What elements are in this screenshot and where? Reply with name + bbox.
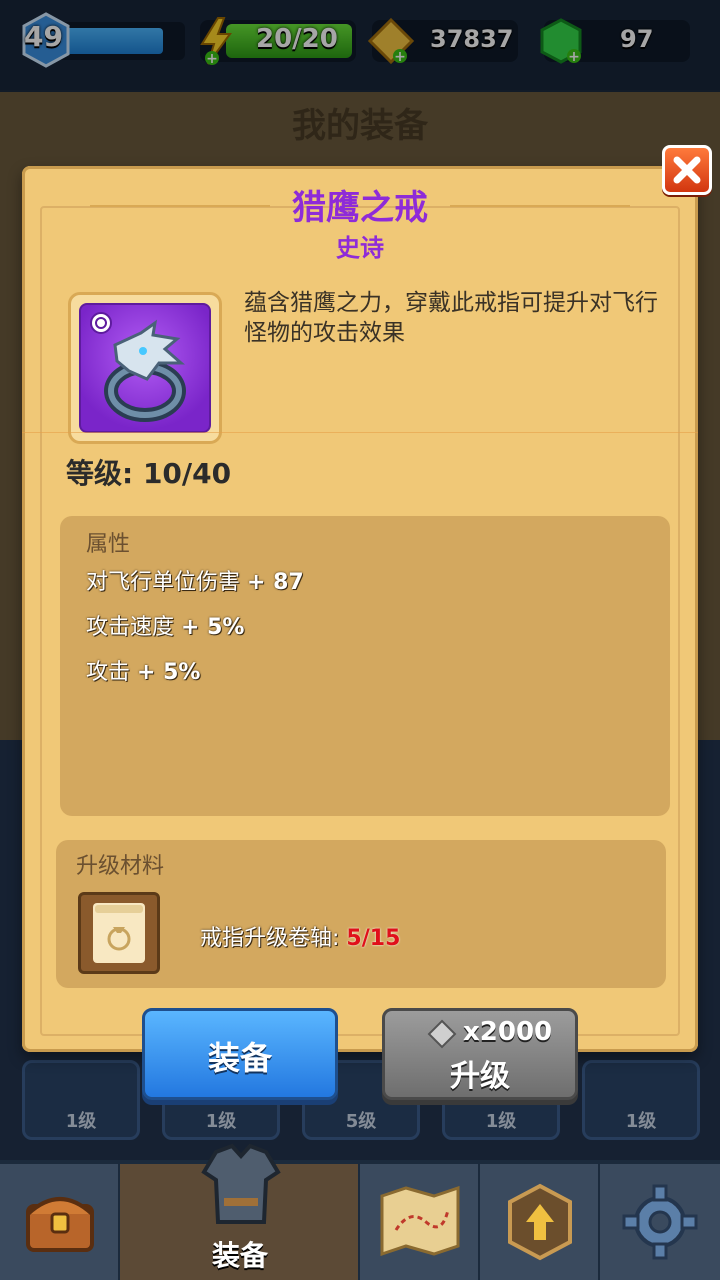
item-description: 蕴含猎鹰之力，穿戴此戒指可提升对飞行怪物的攻击效果 [244, 290, 658, 346]
attribute-value: + 5% [137, 660, 201, 685]
attribute-label: 对飞行单位伤害 [86, 570, 241, 595]
material-count: 5/15 [346, 926, 401, 951]
attribute-row: 攻击 + 5% [86, 654, 200, 686]
equip-button[interactable]: 装备 [142, 1008, 338, 1100]
material-slot[interactable] [78, 892, 160, 974]
divider-line [22, 432, 698, 433]
attribute-value: + 5% [181, 615, 245, 640]
equip-button-label: 装备 [207, 1039, 272, 1077]
upgrade-button-label: 升级 [450, 1059, 510, 1094]
attributes-header: 属性 [86, 532, 131, 557]
attribute-row: 对飞行单位伤害 + 87 [86, 564, 304, 596]
item-icon-background [79, 303, 211, 433]
item-icon-frame [68, 292, 222, 444]
upgrade-arrow-icon [508, 1183, 572, 1261]
materials-header: 升级材料 [76, 854, 165, 879]
tab-map[interactable] [360, 1164, 480, 1280]
upgrade-button[interactable]: x2000 升级 [382, 1008, 578, 1100]
gear-icon [622, 1184, 698, 1260]
upgrade-cost: x2000 [463, 1017, 553, 1047]
falcon-ring-icon [90, 312, 186, 422]
attribute-label: 攻击速度 [86, 615, 175, 640]
attribute-value: + 87 [247, 570, 304, 595]
material-name: 戒指升级卷轴: [200, 926, 340, 951]
attribute-row: 攻击速度 + 5% [86, 609, 244, 641]
armor-icon [201, 1143, 281, 1224]
ring-scroll-icon [93, 903, 145, 963]
tab-settings[interactable] [600, 1164, 720, 1280]
gold-coin-icon [427, 1019, 457, 1049]
attribute-label: 攻击 [86, 660, 131, 685]
tab-equipment-label: 装备 [211, 1239, 268, 1272]
item-level: 等级: 10/40 [66, 457, 232, 490]
map-icon [380, 1186, 460, 1256]
treasure-chest-icon [26, 1197, 94, 1252]
tab-chest[interactable] [0, 1164, 120, 1280]
item-name: 猎鹰之戒 [292, 188, 428, 228]
tab-upgrade[interactable] [480, 1164, 600, 1280]
item-rarity: 史诗 [336, 234, 384, 262]
material-requirement: 戒指升级卷轴: 5/15 [200, 920, 400, 952]
